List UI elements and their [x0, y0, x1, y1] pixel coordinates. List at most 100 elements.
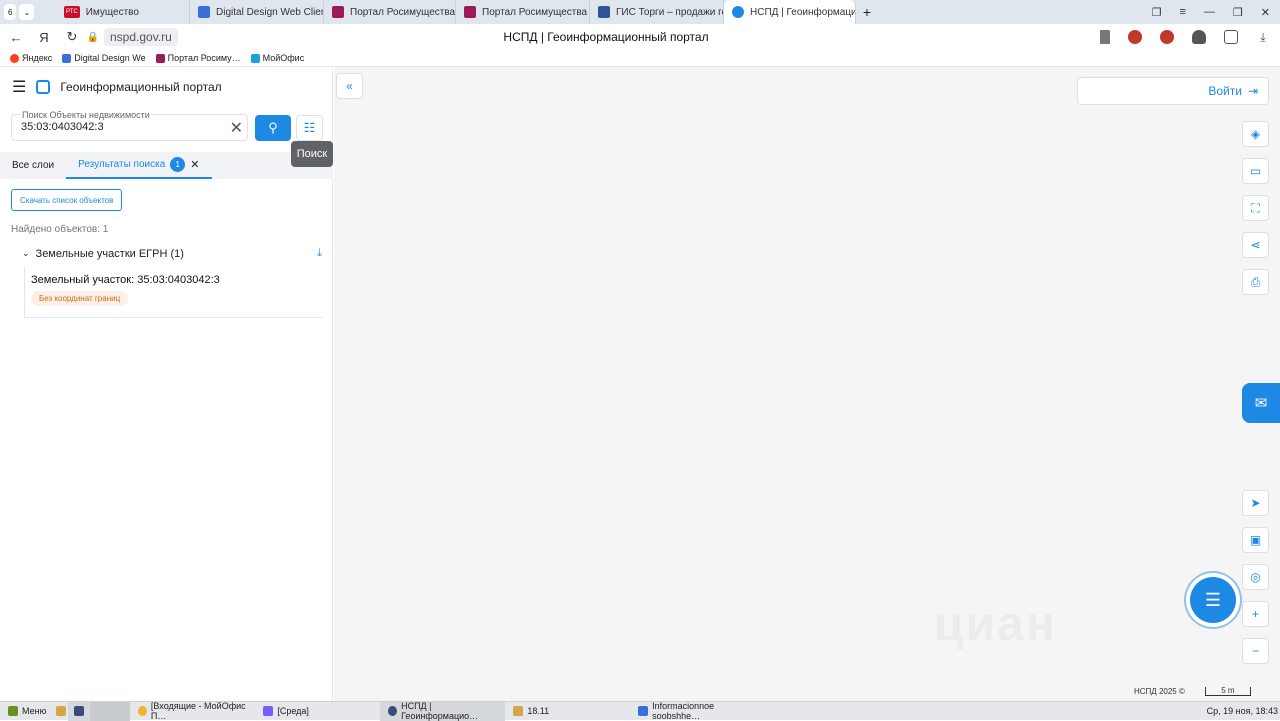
yandex-browser-icon	[388, 706, 398, 716]
tab-all-layers[interactable]: Все слои	[0, 152, 66, 179]
nspd-favicon-icon	[732, 6, 744, 18]
share-button[interactable]: ⋖	[1242, 232, 1269, 258]
close-results-icon[interactable]: ✕	[190, 158, 199, 171]
print-button[interactable]: ⎙	[1242, 269, 1269, 295]
tab-controls: 6 ⌄	[0, 4, 56, 20]
tab-list-chevron-icon[interactable]: ⌄	[19, 4, 35, 20]
task-item-2[interactable]: [Среда]	[255, 702, 380, 721]
layers-button[interactable]: ◈	[1242, 121, 1269, 147]
extension-icon[interactable]	[1160, 30, 1174, 44]
search-tooltip: Поиск	[291, 141, 333, 167]
extension-icon[interactable]	[1128, 30, 1142, 44]
lock-icon: 🔒	[86, 31, 100, 43]
quick-launch-files[interactable]	[54, 702, 68, 721]
share-icon: ⋖	[1250, 238, 1261, 252]
download-icon[interactable]: ⤓	[317, 247, 322, 260]
ruler-button[interactable]: ▭	[1242, 158, 1269, 184]
geolocation-button[interactable]: ➤	[1242, 490, 1269, 516]
cian-watermark: циан	[934, 598, 1057, 651]
print-icon: ⎙	[1250, 274, 1261, 289]
zoom-out-button[interactable]: −	[1242, 638, 1269, 664]
bookmark-yandex[interactable]: Яндекс	[10, 53, 52, 63]
portal-title: Геоинформационный портал	[60, 80, 222, 94]
minimap-button[interactable]: ▣	[1242, 527, 1269, 553]
minimap-icon: ▣	[1249, 533, 1262, 547]
bookmark-rosimushchestvo[interactable]: Портал Росиму…	[155, 53, 241, 63]
reload-icon[interactable]: ↻	[58, 29, 86, 45]
start-menu-button[interactable]: Меню	[0, 702, 54, 721]
download-list-button[interactable]: Скачать список объектов	[11, 189, 123, 211]
gis-torgi-favicon-icon	[598, 6, 610, 18]
download-icon[interactable]: ⤓	[1256, 30, 1270, 44]
navigate-arrow-icon: ➤	[1250, 496, 1261, 510]
browser-tab-6-active[interactable]: НСПД | Геоинформаци ✕	[724, 0, 856, 24]
tab-search-results[interactable]: Результаты поиска 1 ✕	[66, 152, 212, 179]
task-item-3-active[interactable]: НСПД | Геоинформацио…	[380, 701, 506, 721]
login-button[interactable]: Войти ⇥	[1077, 77, 1269, 105]
quick-launch-empty[interactable]	[90, 701, 131, 721]
chat-icon: ✉	[1254, 395, 1268, 412]
restore-icon[interactable]: ❐	[1233, 6, 1243, 19]
quick-launch-browser[interactable]	[68, 701, 91, 721]
browser-tab-4[interactable]: Портал Росимущества	[456, 0, 590, 24]
search-box: Поиск Объекты недвижимости ✕	[11, 110, 248, 141]
chevron-down-icon[interactable]: ⌄	[22, 248, 30, 259]
chat-fab-button[interactable]: ☰	[1190, 577, 1236, 623]
rts-favicon-icon: РТС	[64, 6, 80, 18]
bookmark-icon[interactable]	[1100, 30, 1110, 44]
digital-design-icon	[62, 53, 72, 63]
browser-tab-label: НСПД | Геоинформаци	[750, 6, 856, 18]
portal-logo-icon	[36, 80, 51, 94]
group-label: Земельные участки ЕГРН (1)	[35, 247, 184, 260]
search-button[interactable]: ⚲	[255, 115, 291, 141]
browser-tab-1[interactable]: РТС Имущество	[56, 0, 190, 24]
url-field[interactable]: nspd.gov.ru	[104, 28, 178, 46]
collapse-sidebar-button[interactable]: «	[336, 73, 363, 99]
list-item[interactable]: Земельный участок: 35:03:0403042:3 Без к…	[24, 267, 322, 318]
sidebar-header: ☰ Геоинформационный портал	[12, 77, 222, 97]
minimize-icon[interactable]: —	[1204, 6, 1215, 18]
filter-button[interactable]: ☷	[296, 115, 323, 141]
select-area-button[interactable]: ⛶	[1242, 195, 1269, 221]
task-item-4[interactable]: 18.11	[505, 702, 630, 721]
browser-tab-label: Имущество	[85, 6, 139, 18]
menu-icon[interactable]: ≡	[1179, 6, 1185, 18]
address-bar: ← Я ↻ 🔒 nspd.gov.ru НСПД | Геоинформацио…	[0, 24, 1280, 50]
minus-icon: −	[1251, 644, 1259, 658]
back-arrow-icon[interactable]: ←	[2, 30, 30, 45]
hamburger-menu-icon[interactable]: ☰	[12, 77, 26, 97]
ruler-icon: ▭	[1249, 164, 1262, 178]
bookmark-digital-design[interactable]: Digital Design We	[62, 53, 146, 63]
location-search-button[interactable]: ◎	[1242, 564, 1269, 590]
search-icon: ⚲	[268, 120, 278, 135]
search-input[interactable]	[21, 121, 221, 133]
close-window-icon[interactable]: ✕	[1261, 6, 1270, 19]
tab-count-badge[interactable]: 6	[4, 4, 17, 20]
item-title: Земельный участок: 35:03:0403042:3	[31, 274, 220, 286]
bookmark-moyofis[interactable]: МойОфис	[250, 53, 304, 63]
map-area[interactable]: « Войти ⇥ ◈ ▭ ⛶ ⋖ ⎙ ✉ циан ➤ ▣ ◎ + − ☰ Н…	[334, 67, 1280, 701]
found-count: Найдено объектов: 1	[11, 224, 109, 235]
filter-sliders-icon: ☷	[303, 120, 316, 135]
browser-tab-2[interactable]: Digital Design Web Client	[190, 0, 324, 24]
tab-manager-icon[interactable]: ❐	[1152, 6, 1162, 19]
profile-icon[interactable]	[1192, 30, 1206, 44]
new-tab-plus-icon[interactable]: +	[856, 4, 878, 20]
mail-icon	[138, 706, 147, 716]
clear-search-icon[interactable]: ✕	[230, 118, 243, 138]
sidebar: ☰ Геоинформационный портал Поиск Объекты…	[0, 67, 333, 701]
browser-tab-5[interactable]: ГИС Торги – продажи гос	[590, 0, 724, 24]
results-count-badge: 1	[170, 157, 186, 172]
task-item-5[interactable]: Informacionnoe soobshhe…	[630, 701, 770, 721]
map-footer: НСПД 2025 © 5 m	[1134, 687, 1251, 696]
zoom-in-button[interactable]: +	[1242, 601, 1269, 627]
group-header[interactable]: ⌄ Земельные участки ЕГРН (1) ⤓	[22, 247, 322, 260]
select-area-icon: ⛶	[1251, 200, 1260, 215]
yandex-logo-icon[interactable]: Я	[30, 30, 58, 45]
login-arrow-icon: ⇥	[1247, 84, 1258, 98]
task-item-1[interactable]: [Входящие - МойОфис П…	[130, 701, 255, 721]
sreda-icon	[263, 706, 274, 716]
chat-support-button[interactable]: ✉	[1242, 383, 1280, 423]
browser-tab-3[interactable]: Портал Росимущества	[324, 0, 456, 24]
sidebar-toggle-icon[interactable]	[1224, 30, 1238, 44]
